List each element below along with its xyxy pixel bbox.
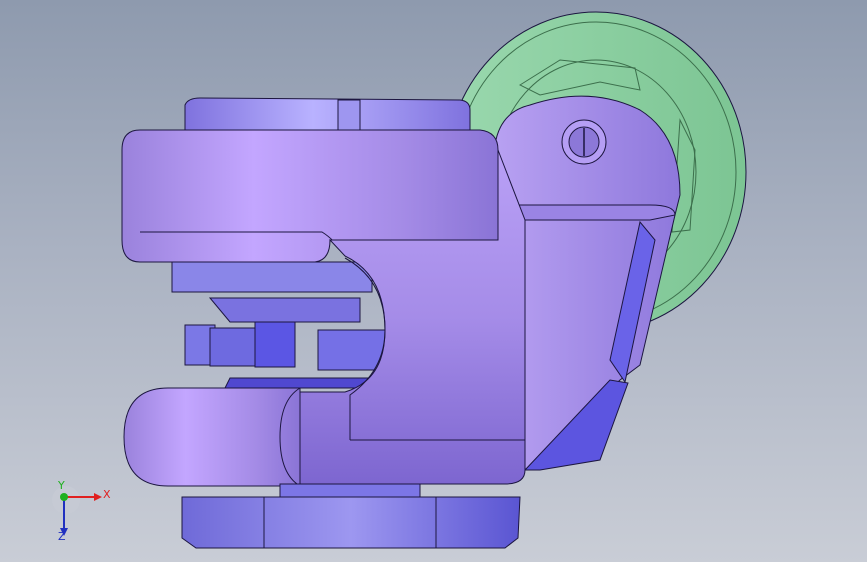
inner-mechanism[interactable]: [171, 261, 389, 389]
caster-wheel-model[interactable]: [0, 0, 867, 562]
x-axis-label: X: [103, 488, 111, 501]
pivot-bolt-icon[interactable]: [561, 119, 607, 165]
triad-axes-icon: [52, 486, 102, 536]
top-mounting-disc[interactable]: [184, 97, 471, 131]
3d-viewport[interactable]: X Y Z: [0, 0, 867, 562]
z-axis-label: Z: [58, 530, 66, 543]
y-axis-label: Y: [58, 479, 65, 492]
orientation-triad: X Y Z: [44, 480, 124, 550]
lower-housing[interactable]: [123, 387, 301, 487]
stem-and-hex-nut[interactable]: [181, 483, 521, 549]
